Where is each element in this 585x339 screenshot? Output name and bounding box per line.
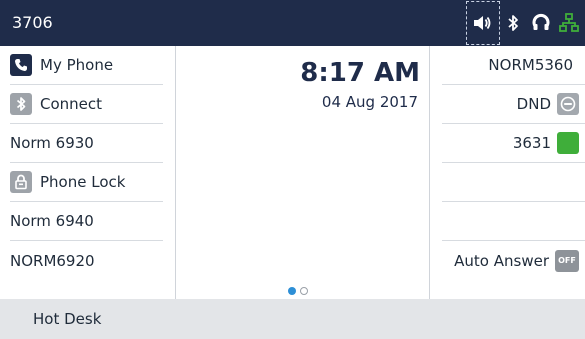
key-empty-5[interactable]	[442, 202, 585, 241]
key-connect[interactable]: Connect	[10, 85, 163, 124]
off-toggle-badge: OFF	[555, 249, 579, 272]
page-dot-inactive[interactable]	[300, 287, 308, 295]
status-available-indicator	[557, 132, 579, 154]
key-label: Norm 6940	[10, 212, 94, 230]
speaker-icon[interactable]	[465, 1, 500, 45]
key-norm6920[interactable]: NORM6920	[10, 241, 163, 280]
left-key-list: My Phone Connect Norm 6930 Phone Lock No…	[0, 46, 175, 299]
key-label: Norm 6930	[10, 134, 94, 152]
key-label: NORM5360	[488, 56, 573, 74]
softkey-bar: Hot Desk	[0, 299, 585, 339]
left-divider	[175, 46, 176, 299]
key-label: NORM6920	[10, 251, 95, 270]
status-icons	[465, 0, 583, 46]
clock-time: 8:17 AM	[300, 58, 420, 88]
key-norm-6940[interactable]: Norm 6940	[10, 202, 163, 241]
phone-home-screen: 3706 My Phone Connect Norm 6930 Phone Lo…	[0, 0, 585, 339]
key-phone-lock[interactable]: Phone Lock	[10, 163, 163, 202]
headset-icon	[527, 8, 555, 38]
key-empty-4[interactable]	[442, 163, 585, 202]
key-norm-6930[interactable]: Norm 6930	[10, 124, 163, 163]
key-3631[interactable]: 3631	[442, 124, 585, 163]
page-indicator	[288, 287, 312, 295]
page-dot-active[interactable]	[288, 287, 296, 295]
extension-number: 3706	[12, 13, 53, 32]
phone-icon	[10, 54, 32, 76]
key-label: Auto Answer	[454, 251, 549, 270]
key-my-phone[interactable]: My Phone	[10, 46, 163, 85]
key-auto-answer[interactable]: Auto Answer OFF	[442, 241, 585, 280]
key-label: 3631	[512, 134, 551, 152]
clock-date: 04 Aug 2017	[321, 93, 418, 111]
key-label: Phone Lock	[40, 173, 126, 191]
key-label: My Phone	[40, 56, 114, 74]
key-label: DND	[516, 95, 551, 113]
dnd-icon	[557, 93, 579, 115]
lock-icon	[10, 171, 32, 193]
bluetooth-icon	[10, 93, 32, 115]
status-bar: 3706	[0, 0, 585, 46]
bluetooth-icon	[499, 8, 527, 38]
hot-desk-softkey[interactable]: Hot Desk	[33, 299, 101, 339]
network-icon	[555, 8, 583, 38]
key-norm5360[interactable]: NORM5360	[442, 46, 585, 85]
key-label: Connect	[40, 95, 103, 113]
key-dnd[interactable]: DND	[442, 85, 585, 124]
right-key-list: NORM5360 DND 3631 Auto Answer OFF	[430, 46, 585, 299]
